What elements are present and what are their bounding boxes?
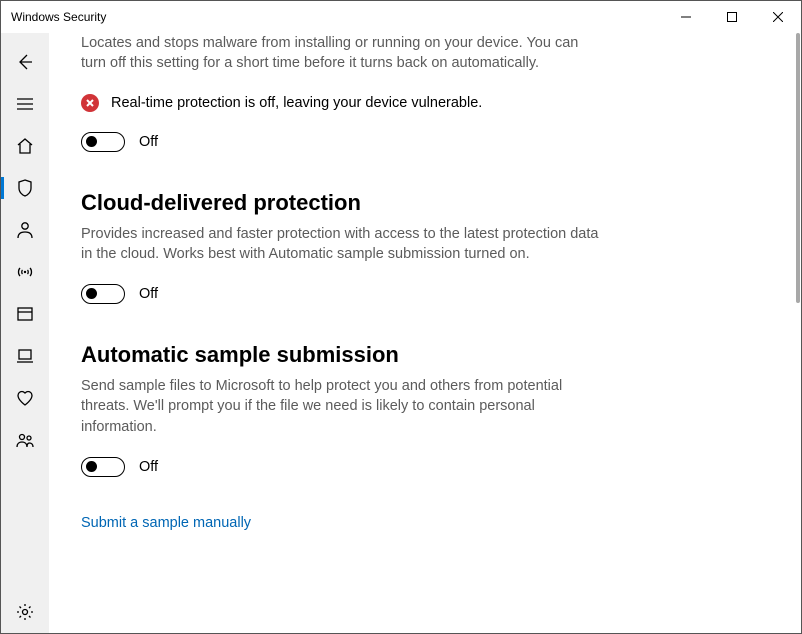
sample-toggle-row: Off (81, 457, 601, 477)
laptop-icon (15, 346, 35, 366)
error-icon (81, 94, 99, 112)
sidebar (1, 33, 49, 633)
sidebar-device-security[interactable] (1, 335, 49, 377)
window-title: Windows Security (1, 10, 106, 24)
sidebar-firewall[interactable] (1, 251, 49, 293)
app-window: Windows Security (0, 0, 802, 634)
section-realtime: Locates and stops malware from installin… (81, 33, 601, 152)
cloud-toggle[interactable] (81, 284, 125, 304)
realtime-warning-text: Real-time protection is off, leaving you… (111, 95, 482, 111)
cloud-toggle-label: Off (139, 286, 158, 302)
sidebar-settings[interactable] (1, 591, 49, 633)
minimize-icon (681, 12, 691, 22)
realtime-toggle[interactable] (81, 132, 125, 152)
sidebar-account-protection[interactable] (1, 209, 49, 251)
person-icon (15, 220, 35, 240)
arrow-left-icon (15, 52, 35, 72)
close-icon (773, 12, 783, 22)
content-area[interactable]: Locates and stops malware from installin… (49, 33, 801, 633)
cloud-heading: Cloud-delivered protection (81, 190, 601, 216)
window-body: Locates and stops malware from installin… (1, 33, 801, 633)
sidebar-back[interactable] (1, 41, 49, 83)
heart-icon (15, 388, 35, 408)
maximize-icon (727, 12, 737, 22)
realtime-toggle-label: Off (139, 134, 158, 150)
scrollbar-thumb[interactable] (796, 33, 800, 303)
cloud-desc: Provides increased and faster protection… (81, 224, 601, 265)
sample-toggle[interactable] (81, 457, 125, 477)
scrollbar[interactable] (787, 33, 801, 633)
signal-icon (15, 262, 35, 282)
sample-desc: Send sample files to Microsoft to help p… (81, 376, 601, 437)
window-icon (15, 304, 35, 324)
sidebar-virus-protection[interactable] (1, 167, 49, 209)
sidebar-app-browser[interactable] (1, 293, 49, 335)
menu-icon (16, 95, 34, 113)
minimize-button[interactable] (663, 1, 709, 33)
submit-sample-link[interactable]: Submit a sample manually (81, 515, 251, 531)
gear-icon (15, 602, 35, 622)
people-icon (15, 430, 35, 450)
realtime-desc: Locates and stops malware from installin… (81, 33, 601, 74)
home-icon (15, 136, 35, 156)
sidebar-family-options[interactable] (1, 419, 49, 461)
cloud-toggle-row: Off (81, 284, 601, 304)
shield-icon (15, 178, 35, 198)
window-controls (663, 1, 801, 33)
section-cloud: Cloud-delivered protection Provides incr… (81, 190, 601, 305)
close-button[interactable] (755, 1, 801, 33)
sidebar-device-performance[interactable] (1, 377, 49, 419)
titlebar: Windows Security (1, 1, 801, 33)
maximize-button[interactable] (709, 1, 755, 33)
sidebar-menu[interactable] (1, 83, 49, 125)
realtime-toggle-row: Off (81, 132, 601, 152)
sample-heading: Automatic sample submission (81, 342, 601, 368)
section-sample: Automatic sample submission Send sample … (81, 342, 601, 532)
sidebar-home[interactable] (1, 125, 49, 167)
content-inner: Locates and stops malware from installin… (81, 33, 601, 532)
realtime-warning-row: Real-time protection is off, leaving you… (81, 94, 601, 112)
sample-toggle-label: Off (139, 459, 158, 475)
